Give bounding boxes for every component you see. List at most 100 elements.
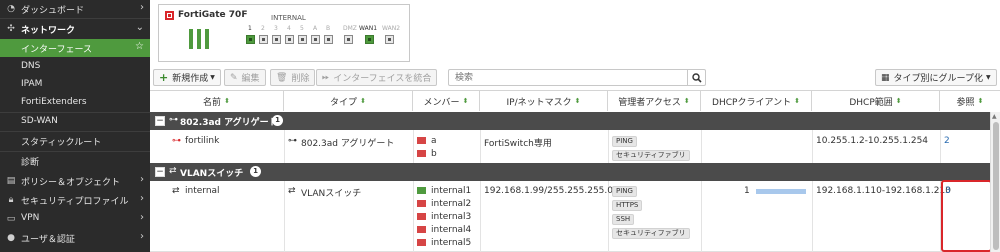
- dhcp-client-bar: [756, 189, 806, 194]
- nav-item-diagnostics[interactable]: 診断: [0, 152, 150, 170]
- header-label: 参照: [956, 97, 975, 108]
- member-item: internal1: [417, 186, 471, 196]
- port-2-icon[interactable]: [259, 35, 268, 44]
- vlan-switch-icon: ⇄: [172, 186, 180, 196]
- port-dmz-icon[interactable]: [344, 35, 353, 44]
- group-by-type-button[interactable]: ▦ タイプ別にグループ化 ▼: [875, 69, 997, 86]
- header-label: タイプ: [330, 97, 358, 108]
- access-badge: PING: [612, 136, 637, 147]
- member-label: internal4: [431, 225, 472, 235]
- port-icon: [417, 137, 426, 144]
- column-header-references[interactable]: 参照 ⬍: [940, 91, 1000, 111]
- table-row-internal[interactable]: ⇄ internal ⇄ VLANスイッチ internal1 internal…: [150, 180, 992, 252]
- member-item: a: [417, 136, 437, 146]
- group-count-badge: 1: [250, 166, 261, 177]
- group-label: VLANスイッチ: [180, 169, 244, 179]
- nav-item-dashboard[interactable]: ◔ ダッシュボード ›: [0, 0, 150, 18]
- group-row-aggregate[interactable]: − ⊶ 802.3ad アグリゲート 1: [150, 112, 990, 130]
- table-scrollbar[interactable]: ▲: [990, 112, 1000, 252]
- aggregate-icon: ⊶: [288, 136, 297, 146]
- sort-icon: ⬍: [574, 97, 581, 105]
- edit-button[interactable]: ✎ 編集: [224, 69, 266, 86]
- port-1-icon[interactable]: [246, 35, 255, 44]
- collapse-icon[interactable]: −: [155, 116, 165, 126]
- member-item: internal2: [417, 199, 471, 209]
- collapse-icon[interactable]: −: [155, 167, 165, 177]
- chevron-right-icon: ›: [140, 212, 144, 223]
- device-name: FortiGate 70F: [178, 10, 248, 20]
- port-wan2-icon[interactable]: [385, 35, 394, 44]
- header-label: IP/ネットマスク: [506, 97, 572, 108]
- port-label: 5: [300, 25, 304, 32]
- pencil-icon: ✎: [230, 72, 238, 83]
- scroll-up-icon[interactable]: ▲: [992, 113, 997, 120]
- port-label: B: [326, 25, 331, 32]
- sort-icon: ⬍: [683, 97, 690, 105]
- nav-item-user-auth[interactable]: ● ユーザ＆認証 ›: [0, 229, 150, 247]
- caret-down-icon: ▼: [985, 74, 991, 81]
- integrate-interface-button[interactable]: ⏩︎ インターフェイスを統合: [316, 69, 438, 86]
- sidebar: ◔ ダッシュボード › ✣ ネットワーク ⌄ インターフェース ☆ DNS IP…: [0, 0, 150, 252]
- star-icon[interactable]: ☆: [135, 41, 144, 52]
- references-link[interactable]: 2: [944, 136, 950, 146]
- nav-label: SD-WAN: [21, 116, 58, 126]
- create-new-button[interactable]: + 新規作成 ▼: [153, 69, 221, 86]
- network-icon: ✣: [7, 24, 15, 34]
- port-wan1-icon[interactable]: [365, 35, 374, 44]
- access-badge: SSH: [612, 214, 635, 225]
- header-label: メンバー: [423, 97, 460, 108]
- nav-item-network[interactable]: ✣ ネットワーク ⌄: [0, 20, 150, 38]
- column-header-type[interactable]: タイプ ⬍: [284, 91, 413, 111]
- column-header-members[interactable]: メンバー ⬍: [413, 91, 480, 111]
- member-label: a: [431, 136, 437, 146]
- search-input[interactable]: [449, 70, 687, 85]
- column-header-dhcp-range[interactable]: DHCP範囲 ⬍: [812, 91, 940, 111]
- port-4-icon[interactable]: [285, 35, 294, 44]
- device-faceplate: FortiGate 70F INTERNAL 1 2 3 4 5 A B DMZ…: [158, 4, 410, 62]
- port-label: DMZ: [343, 25, 357, 32]
- port-a-icon[interactable]: [311, 35, 320, 44]
- group-label: 802.3ad アグリゲート: [180, 118, 278, 128]
- references-link[interactable]: 3: [945, 186, 951, 196]
- nav-item-ipam[interactable]: IPAM: [0, 76, 150, 94]
- merge-icon: ⏩︎: [322, 72, 330, 83]
- port-label: WAN2: [382, 25, 401, 32]
- search-button[interactable]: [687, 70, 705, 85]
- member-item: internal3: [417, 212, 471, 222]
- nav-item-security-profiles[interactable]: 🔒︎ セキュリティプロファイル ›: [0, 191, 150, 209]
- access-badge: HTTPS: [612, 200, 643, 211]
- nav-item-interfaces[interactable]: インターフェース ☆: [0, 39, 150, 57]
- port-3-icon[interactable]: [272, 35, 281, 44]
- interface-type: 802.3ad アグリゲート: [301, 139, 395, 149]
- dashboard-icon: ◔: [7, 4, 15, 14]
- scroll-thumb[interactable]: [993, 122, 999, 250]
- port-b-icon[interactable]: [324, 35, 333, 44]
- policy-icon: ▤: [6, 176, 16, 186]
- port-5-icon[interactable]: [298, 35, 307, 44]
- nav-item-fortiextenders[interactable]: FortiExtenders: [0, 94, 150, 112]
- interface-name: fortilink: [185, 136, 220, 146]
- column-header-dhcp-clients[interactable]: DHCPクライアント ⬍: [701, 91, 812, 111]
- nav-label: インターフェース: [21, 45, 93, 55]
- sort-icon: ⬍: [224, 97, 230, 105]
- member-item: internal5: [417, 238, 471, 248]
- delete-button[interactable]: 🗑︎ 削除: [270, 69, 316, 86]
- column-header-ip[interactable]: IP/ネットマスク ⬍: [480, 91, 608, 111]
- port-icon: [417, 187, 426, 194]
- nav-item-static-routes[interactable]: スタティックルート: [0, 132, 150, 150]
- port-icon: [417, 200, 426, 207]
- nav-item-policy-objects[interactable]: ▤ ポリシー＆オブジェクト ›: [0, 172, 150, 190]
- nav-item-dns[interactable]: DNS: [0, 58, 150, 76]
- chevron-right-icon: ›: [140, 231, 144, 242]
- integrate-label: インターフェイスを統合: [333, 74, 432, 84]
- dhcp-range: 192.168.1.110-192.168.1.210: [816, 186, 951, 196]
- column-header-admin-access[interactable]: 管理者アクセス ⬍: [608, 91, 701, 111]
- nav-item-sdwan[interactable]: SD-WAN: [0, 113, 150, 131]
- group-row-vlan-switch[interactable]: − ⇄ VLANスイッチ 1: [150, 163, 990, 181]
- column-header-name[interactable]: 名前 ⬍: [150, 91, 284, 111]
- nav-item-vpn[interactable]: ▭ VPN ›: [0, 210, 150, 228]
- search-icon: [691, 72, 702, 83]
- plus-icon: +: [159, 71, 169, 84]
- nav-label: ポリシー＆オブジェクト: [21, 178, 121, 188]
- sort-icon: ⬍: [360, 97, 366, 105]
